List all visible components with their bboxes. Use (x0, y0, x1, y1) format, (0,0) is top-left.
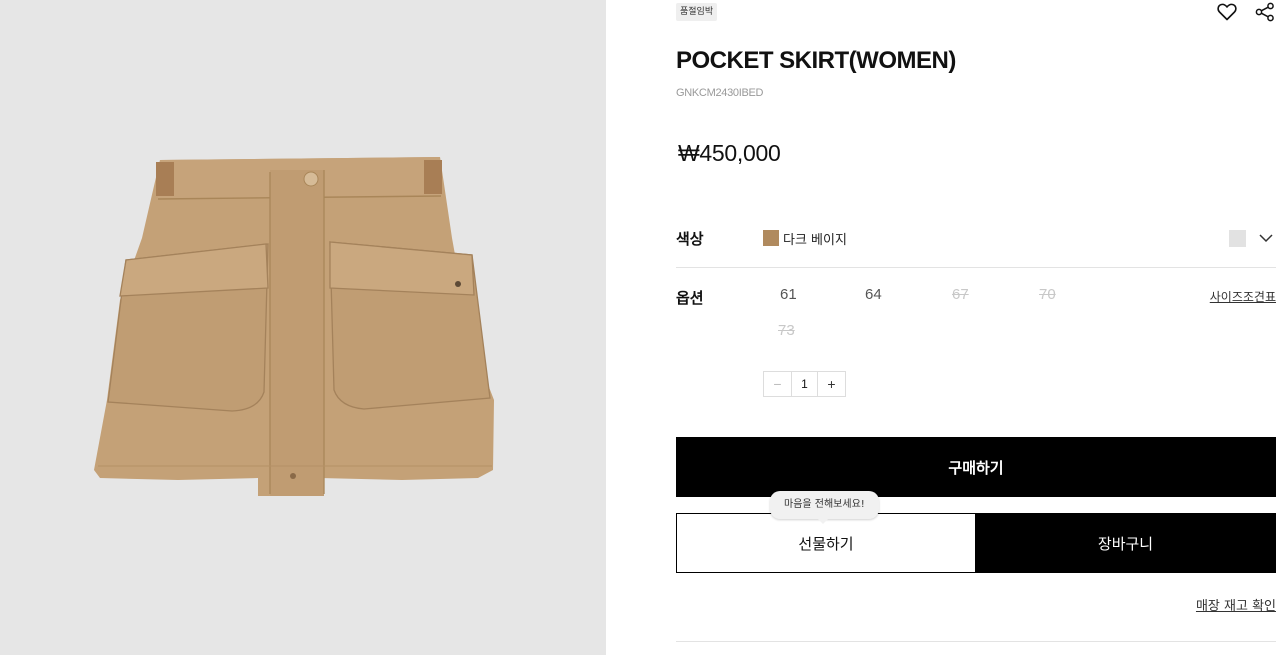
size-option-70: 70 (1039, 286, 1056, 303)
buy-button[interactable]: 구매하기 (676, 437, 1276, 497)
gift-tooltip: 마음을 전해보세요! (770, 491, 879, 524)
color-thumbnail[interactable] (1229, 230, 1246, 247)
cart-button[interactable]: 장바구니 (975, 513, 1276, 573)
color-selector[interactable]: 색상 다크 베이지 (676, 218, 1276, 268)
top-actions (1216, 1, 1276, 23)
size-guide-link[interactable]: 사이즈조견표 (1210, 288, 1276, 305)
color-swatch (763, 230, 779, 246)
quantity-stepper: − 1 + (763, 371, 846, 397)
divider (676, 641, 1276, 642)
heart-icon[interactable] (1216, 1, 1238, 23)
product-title: POCKET SKIRT(WOMEN) (676, 47, 956, 74)
share-icon[interactable] (1254, 1, 1276, 23)
quantity-decrease-button[interactable]: − (764, 372, 791, 396)
quantity-increase-button[interactable]: + (818, 372, 845, 396)
option-label: 옵션 (676, 289, 704, 307)
color-label: 색상 (676, 230, 704, 248)
store-stock-link[interactable]: 매장 재고 확인 (1196, 595, 1276, 614)
quantity-value[interactable]: 1 (791, 372, 818, 396)
color-name: 다크 베이지 (783, 233, 847, 248)
size-option-73: 73 (778, 322, 795, 339)
product-price: ₩450,000 (678, 140, 781, 166)
size-option-64[interactable]: 64 (865, 286, 882, 303)
skirt-image (0, 0, 606, 655)
size-option-61[interactable]: 61 (780, 286, 797, 303)
chevron-down-icon[interactable] (1258, 230, 1274, 246)
size-option-67: 67 (952, 286, 969, 303)
low-stock-badge: 품절임박 (676, 3, 718, 21)
product-info-panel: 품절임박 POCKET SKIRT(WOMEN) GNKCM2430IBED ₩… (676, 0, 1276, 655)
product-code: GNKCM2430IBED (676, 87, 764, 99)
product-image[interactable] (0, 0, 606, 655)
